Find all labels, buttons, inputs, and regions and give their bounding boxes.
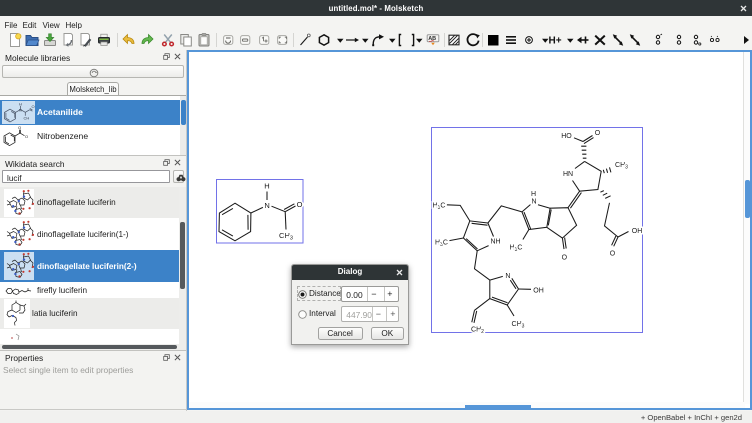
svg-text:HO: HO [561,133,572,140]
svg-text:CH3: CH3 [512,321,525,330]
svg-text:N: N [505,273,510,280]
svg-text:H3C: H3C [433,203,446,212]
svg-text:CH3: CH3 [615,162,628,171]
svg-text:OH: OH [533,288,544,295]
svg-text:H3C: H3C [510,245,523,254]
svg-text:CH2: CH2 [471,327,484,334]
svg-text:H3C: H3C [435,240,448,249]
svg-text:NH: NH [490,239,500,246]
svg-text:H: H [19,101,22,106]
svg-text:N: N [264,201,269,210]
svg-text:CH3: CH3 [279,231,293,242]
svg-text:H: H [264,181,269,190]
svg-text:O: O [32,104,35,109]
svg-text:OH: OH [632,228,643,235]
svg-text:O: O [562,255,568,262]
svg-text:H: H [531,191,536,198]
svg-text:CH: CH [24,115,30,120]
svg-text:O: O [25,134,28,139]
svg-text:H+: H+ [549,36,562,47]
svg-text:O: O [595,130,601,137]
svg-text:N: N [531,199,536,206]
svg-text:O: O [18,125,21,130]
svg-text:N: N [19,107,22,112]
svg-text:O: O [296,200,302,209]
svg-text:HN: HN [563,171,573,178]
svg-text:O: O [610,251,616,258]
